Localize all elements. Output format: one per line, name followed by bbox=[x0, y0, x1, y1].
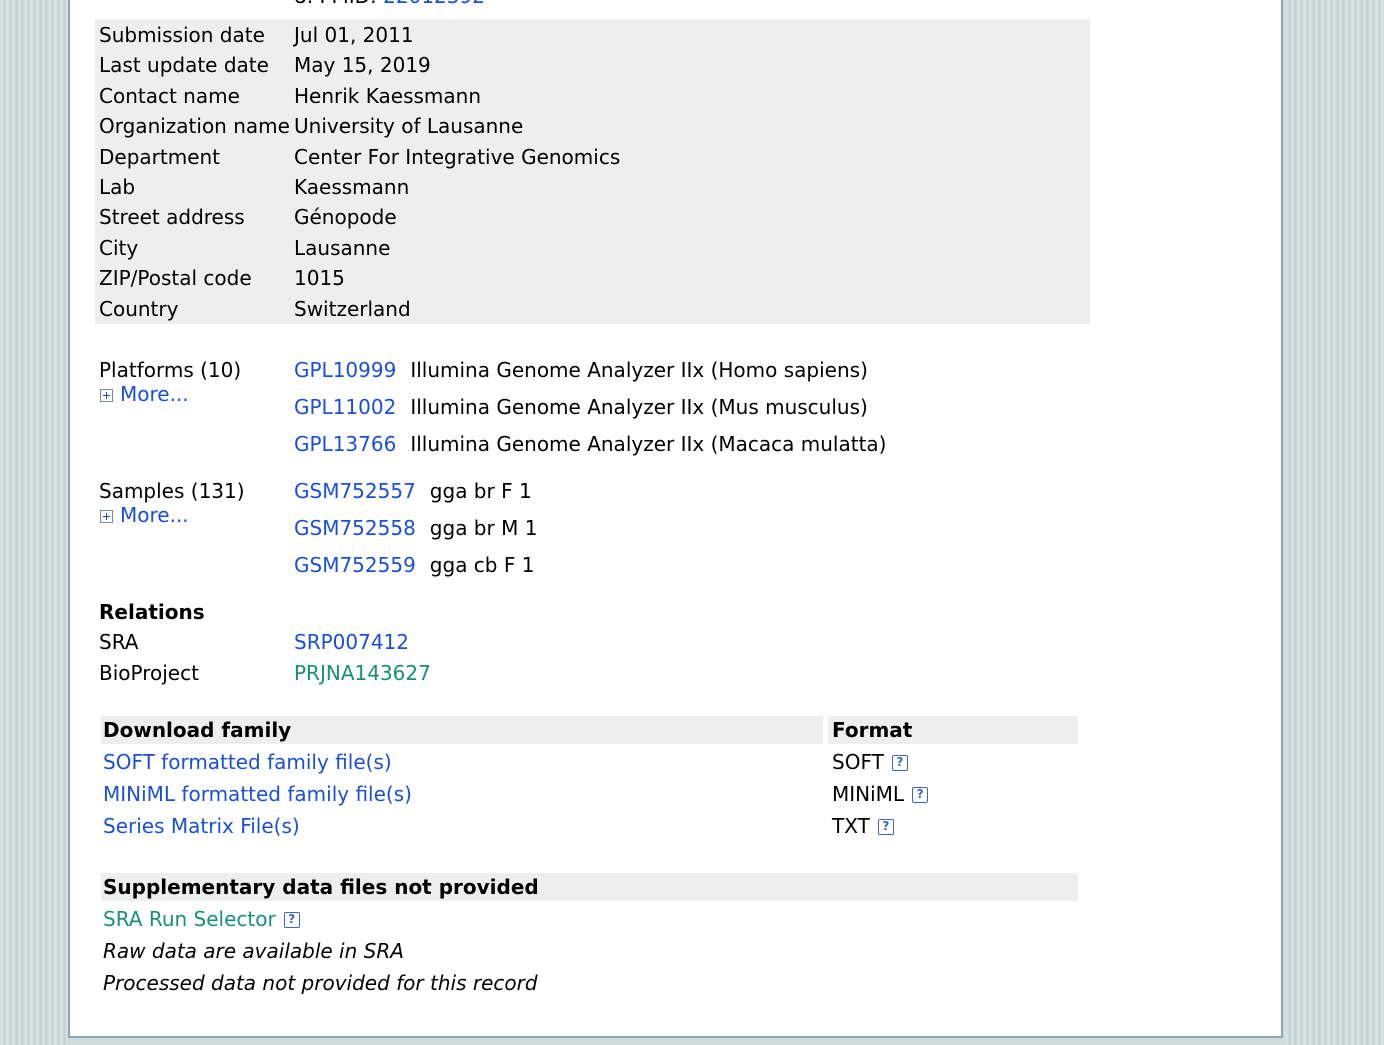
help-icon[interactable]: ? bbox=[877, 819, 894, 835]
supplementary-header: Supplementary data files not provided bbox=[103, 875, 539, 899]
platforms-more-link[interactable]: More... bbox=[100, 382, 189, 406]
contact-row-label: Lab bbox=[99, 175, 136, 199]
sample-description: gga cb F 1 bbox=[429, 553, 535, 577]
relation-bioproject-label: BioProject bbox=[99, 661, 199, 685]
contact-row-value: Kaessmann bbox=[294, 175, 410, 199]
soft-format: SOFT? bbox=[832, 750, 908, 774]
contact-row-value: Génopode bbox=[294, 205, 397, 230]
help-icon[interactable]: ? bbox=[912, 787, 929, 803]
pmid-label: 8. PMID: bbox=[294, 0, 377, 8]
miniml-format-text: MINiML bbox=[832, 782, 905, 806]
format-header: Format bbox=[832, 718, 913, 742]
series-matrix-link[interactable]: Series Matrix File(s) bbox=[103, 814, 300, 838]
relation-bioproject-link[interactable]: PRJNA143627 bbox=[294, 661, 431, 685]
soft-family-link[interactable]: SOFT formatted family file(s) bbox=[103, 750, 392, 774]
raw-data-note: Raw data are available in SRA bbox=[103, 939, 404, 963]
sra-run-selector-row: SRA Run Selector? bbox=[103, 907, 300, 931]
contact-row-value: Lausanne bbox=[294, 235, 391, 260]
expand-plus-icon bbox=[100, 389, 113, 402]
contact-row-value: May 15, 2019 bbox=[294, 53, 431, 78]
relation-sra-label: SRA bbox=[99, 630, 139, 654]
contact-row-label: Submission date bbox=[99, 23, 265, 47]
contact-row-value: 1015 bbox=[294, 266, 345, 291]
sample-row: GSM752558 gga br M 1 bbox=[294, 516, 537, 540]
help-icon[interactable]: ? bbox=[283, 912, 300, 928]
platforms-label: Platforms (10) bbox=[99, 358, 242, 382]
contact-row-label: ZIP/Postal code bbox=[99, 266, 252, 291]
contact-row-label: Contact name bbox=[99, 83, 240, 108]
contact-row-label: Last update date bbox=[99, 53, 269, 78]
platform-description: Illumina Genome Analyzer IIx (Mus muscul… bbox=[410, 395, 868, 419]
miniml-family-link[interactable]: MINiML formatted family file(s) bbox=[103, 782, 412, 806]
processed-data-note: Processed data not provided for this rec… bbox=[103, 971, 538, 995]
contact-row-label: Department bbox=[99, 144, 221, 169]
contact-row-value: Center For Integrative Genomics bbox=[294, 144, 621, 169]
platforms-more-text: More... bbox=[120, 382, 189, 406]
sample-id-link[interactable]: GSM752557 bbox=[294, 479, 416, 503]
txt-format: TXT? bbox=[832, 814, 894, 838]
contact-row-value: University of Lausanne bbox=[294, 114, 524, 139]
platform-description: Illumina Genome Analyzer IIx (Macaca mul… bbox=[410, 432, 887, 456]
pmid-link[interactable]: 22012392 bbox=[383, 0, 485, 8]
platform-id-link[interactable]: GPL10999 bbox=[294, 358, 396, 382]
sample-row: GSM752557 gga br F 1 bbox=[294, 479, 532, 503]
sample-description: gga br F 1 bbox=[429, 479, 532, 503]
contact-row-label: Organization name bbox=[99, 114, 290, 139]
expand-plus-icon bbox=[100, 510, 113, 523]
contact-row-label: Country bbox=[99, 296, 179, 321]
sample-description: gga br M 1 bbox=[429, 516, 538, 540]
download-family-header: Download family bbox=[103, 718, 292, 742]
contact-row-label: Street address bbox=[99, 205, 245, 230]
platform-id-link[interactable]: GPL11002 bbox=[294, 395, 396, 419]
miniml-format: MINiML? bbox=[832, 782, 929, 806]
samples-label: Samples (131) bbox=[99, 479, 245, 503]
samples-more-text: More... bbox=[120, 503, 189, 527]
sample-id-link[interactable]: GSM752559 bbox=[294, 553, 416, 577]
sample-id-link[interactable]: GSM752558 bbox=[294, 516, 416, 540]
platform-row: GPL13766 Illumina Genome Analyzer IIx (Ma… bbox=[294, 432, 886, 456]
contact-row-value: Switzerland bbox=[294, 296, 411, 321]
soft-format-text: SOFT bbox=[832, 750, 884, 774]
sample-row: GSM752559 gga cb F 1 bbox=[294, 553, 534, 577]
txt-format-text: TXT bbox=[832, 814, 870, 838]
platform-row: GPL10999 Illumina Genome Analyzer IIx (Ho… bbox=[294, 358, 868, 382]
left-background-stripes bbox=[0, 0, 68, 1045]
samples-more-link[interactable]: More... bbox=[100, 503, 189, 527]
pmid-line: 8. PMID: 22012392 bbox=[294, 0, 485, 8]
contact-row-label: City bbox=[99, 235, 139, 260]
sra-run-selector-link[interactable]: SRA Run Selector bbox=[103, 907, 276, 931]
relation-sra-link[interactable]: SRP007412 bbox=[294, 630, 409, 654]
platform-row: GPL11002 Illumina Genome Analyzer IIx (Mu… bbox=[294, 395, 868, 419]
platform-id-link[interactable]: GPL13766 bbox=[294, 432, 396, 456]
contact-row-value: Jul 01, 2011 bbox=[294, 23, 414, 47]
platform-description: Illumina Genome Analyzer IIx (Homo sapie… bbox=[410, 358, 868, 382]
right-background-stripes bbox=[1285, 0, 1384, 1045]
relations-title: Relations bbox=[99, 600, 205, 624]
help-icon[interactable]: ? bbox=[891, 755, 908, 771]
contact-row-value: Henrik Kaessmann bbox=[294, 83, 481, 108]
